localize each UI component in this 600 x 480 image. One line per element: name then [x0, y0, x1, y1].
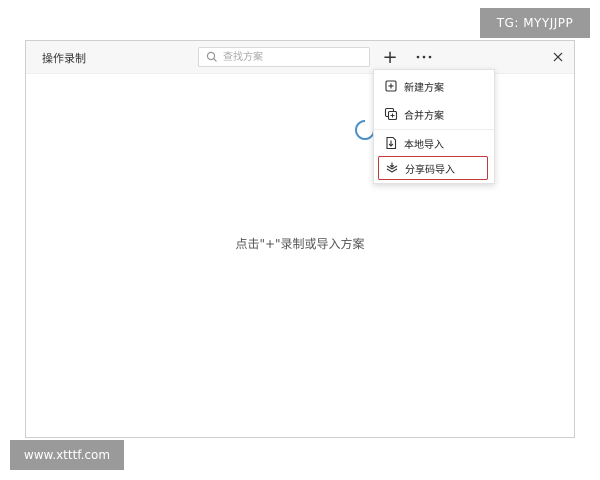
watermark-bottom: www.xtttf.com: [10, 440, 124, 470]
app-window: 操作录制 + 点击"+"录制或导入方案: [25, 40, 575, 438]
local-import-icon: [386, 136, 397, 150]
add-dropdown-menu: 新建方案 合并方案 本地导入 分享码导入: [373, 69, 495, 184]
menu-item-label: 合并方案: [404, 110, 444, 122]
close-icon: [553, 52, 563, 62]
search-icon: [206, 51, 217, 62]
more-icon: [416, 55, 432, 59]
search-box[interactable]: [198, 47, 370, 67]
share-code-import-icon: [386, 162, 398, 173]
menu-item-label: 分享码导入: [405, 164, 455, 176]
more-button[interactable]: [412, 47, 436, 67]
close-button[interactable]: [548, 47, 568, 67]
add-button[interactable]: +: [380, 47, 400, 68]
empty-state-text: 点击"+"录制或导入方案: [235, 237, 365, 251]
search-input[interactable]: [219, 49, 363, 65]
menu-item-share-code-import[interactable]: 分享码导入: [378, 156, 488, 180]
window-title: 操作录制: [42, 52, 86, 65]
menu-item-label: 新建方案: [404, 82, 444, 94]
menu-item-merge-plan[interactable]: 合并方案: [374, 101, 494, 127]
menu-item-label: 本地导入: [404, 139, 444, 151]
watermark-top: TG: MYYJJPP: [480, 8, 590, 38]
menu-item-local-import[interactable]: 本地导入: [374, 130, 494, 156]
merge-icon: [384, 107, 398, 121]
menu-item-new-plan[interactable]: 新建方案: [374, 73, 494, 99]
new-file-icon: [385, 80, 397, 92]
